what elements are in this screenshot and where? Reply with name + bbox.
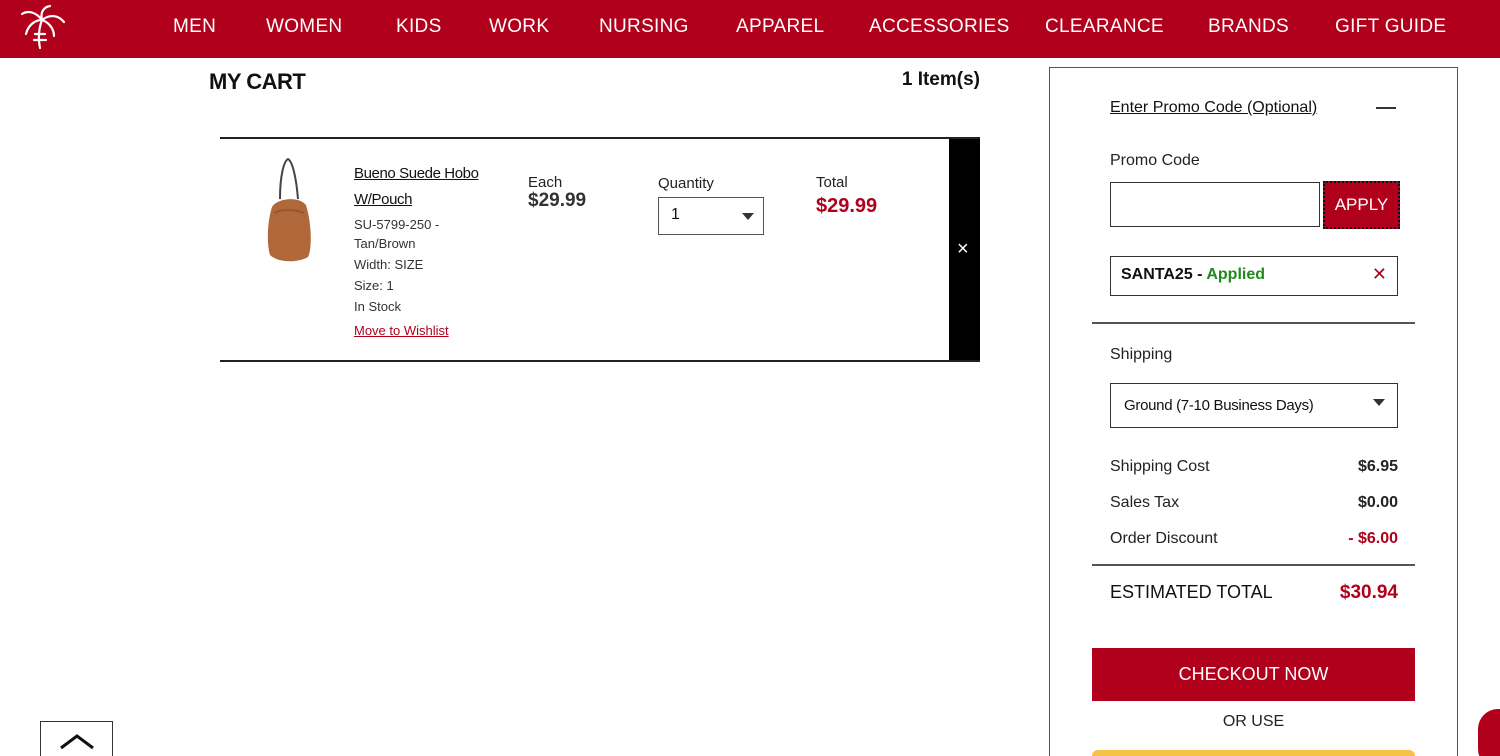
nav-item-apparel[interactable]: APPAREL	[736, 16, 824, 38]
quantity-select[interactable]: 1	[658, 197, 764, 235]
shipping-cost-row: Shipping Cost $6.95	[1110, 458, 1398, 476]
paypal-button[interactable]	[1092, 750, 1415, 756]
shipping-method-select[interactable]: Ground (7-10 Business Days)	[1110, 383, 1398, 428]
chevron-down-icon	[742, 213, 754, 220]
shipping-cost-label: Shipping Cost	[1110, 458, 1210, 475]
product-sku: SU-5799-250 - Tan/Brown	[354, 217, 440, 251]
or-use-label: OR USE	[1222, 713, 1285, 730]
order-discount-row: Order Discount - $6.00	[1110, 530, 1398, 548]
divider	[1092, 564, 1415, 566]
nav-item-clearance[interactable]: CLEARANCE	[1045, 16, 1164, 38]
applied-promo-badge: SANTA25 - Applied ✕	[1110, 256, 1398, 296]
sales-tax-label: Sales Tax	[1110, 494, 1180, 511]
nav-item-accessories[interactable]: ACCESSORIES	[869, 16, 1010, 38]
chat-icon[interactable]	[1478, 709, 1500, 756]
nav-item-nursing[interactable]: NURSING	[599, 16, 689, 38]
product-name-link[interactable]: Bueno Suede Hobo W/Pouch	[354, 161, 494, 213]
estimated-total-row: ESTIMATED TOTAL $30.94	[1110, 582, 1398, 603]
each-label: Each	[528, 174, 563, 191]
nav-item-men[interactable]: MEN	[173, 16, 216, 38]
close-icon: ×	[957, 238, 969, 260]
order-summary-panel: Enter Promo Code (Optional) Promo Code A…	[1049, 67, 1458, 756]
total-label: Total	[816, 174, 848, 191]
nav-item-brands[interactable]: BRANDS	[1208, 16, 1289, 38]
sales-tax-value: $0.00	[1357, 494, 1398, 511]
checkout-now-button[interactable]: CHECKOUT NOW	[1092, 648, 1415, 701]
promo-code-input[interactable]	[1110, 182, 1320, 227]
apply-promo-button[interactable]: APPLY	[1323, 181, 1400, 229]
shipping-method-value: Ground (7-10 Business Days)	[1124, 397, 1314, 414]
applied-promo-code: SANTA25	[1121, 266, 1193, 283]
order-discount-label: Order Discount	[1110, 530, 1218, 547]
quantity-label: Quantity	[658, 175, 714, 192]
applied-separator: -	[1192, 266, 1207, 283]
promo-code-toggle[interactable]: Enter Promo Code (Optional)	[1110, 99, 1317, 117]
each-price: $29.99	[528, 190, 587, 211]
product-details: SU-5799-250 - Tan/Brown Width: SIZE Size…	[354, 215, 484, 318]
estimated-total-label: ESTIMATED TOTAL	[1110, 582, 1273, 602]
cart-item-row: Bueno Suede Hobo W/Pouch SU-5799-250 - T…	[220, 137, 980, 362]
shipping-cost-value: $6.95	[1357, 458, 1398, 475]
product-size: Size: 1	[354, 278, 394, 293]
nav-item-kids[interactable]: KIDS	[396, 16, 442, 38]
collapse-minus-icon[interactable]	[1376, 107, 1396, 109]
move-to-wishlist-link[interactable]: Move to Wishlist	[354, 323, 449, 338]
nav-item-gift-guide[interactable]: GIFT GUIDE	[1335, 16, 1446, 38]
cart-item-count: 1 Item(s)	[901, 69, 980, 90]
chevron-down-icon	[1373, 399, 1385, 406]
product-image[interactable]	[258, 155, 318, 265]
quantity-value: 1	[671, 206, 680, 223]
sales-tax-row: Sales Tax $0.00	[1110, 494, 1398, 512]
line-total-price: $29.99	[816, 195, 878, 217]
page-title: MY CART	[209, 69, 306, 94]
palm-tree-logo[interactable]	[18, 4, 68, 50]
product-width: Width: SIZE	[354, 257, 424, 272]
applied-status: Applied	[1206, 266, 1266, 283]
order-discount-value: - $6.00	[1348, 530, 1398, 547]
product-stock-status: In Stock	[354, 299, 401, 314]
promo-code-label: Promo Code	[1110, 152, 1200, 169]
nav-item-work[interactable]: WORK	[489, 16, 549, 38]
remove-promo-icon[interactable]: ✕	[1372, 264, 1387, 285]
top-navigation: MEN WOMEN KIDS WORK NURSING APPAREL ACCE…	[0, 0, 1500, 58]
divider	[1092, 322, 1415, 324]
chevron-up-icon	[60, 734, 94, 750]
scroll-to-top-button[interactable]	[40, 721, 113, 756]
remove-item-button[interactable]: ×	[949, 139, 980, 360]
nav-item-women[interactable]: WOMEN	[266, 16, 342, 38]
estimated-total-value: $30.94	[1339, 582, 1398, 603]
shipping-label: Shipping	[1110, 346, 1173, 363]
